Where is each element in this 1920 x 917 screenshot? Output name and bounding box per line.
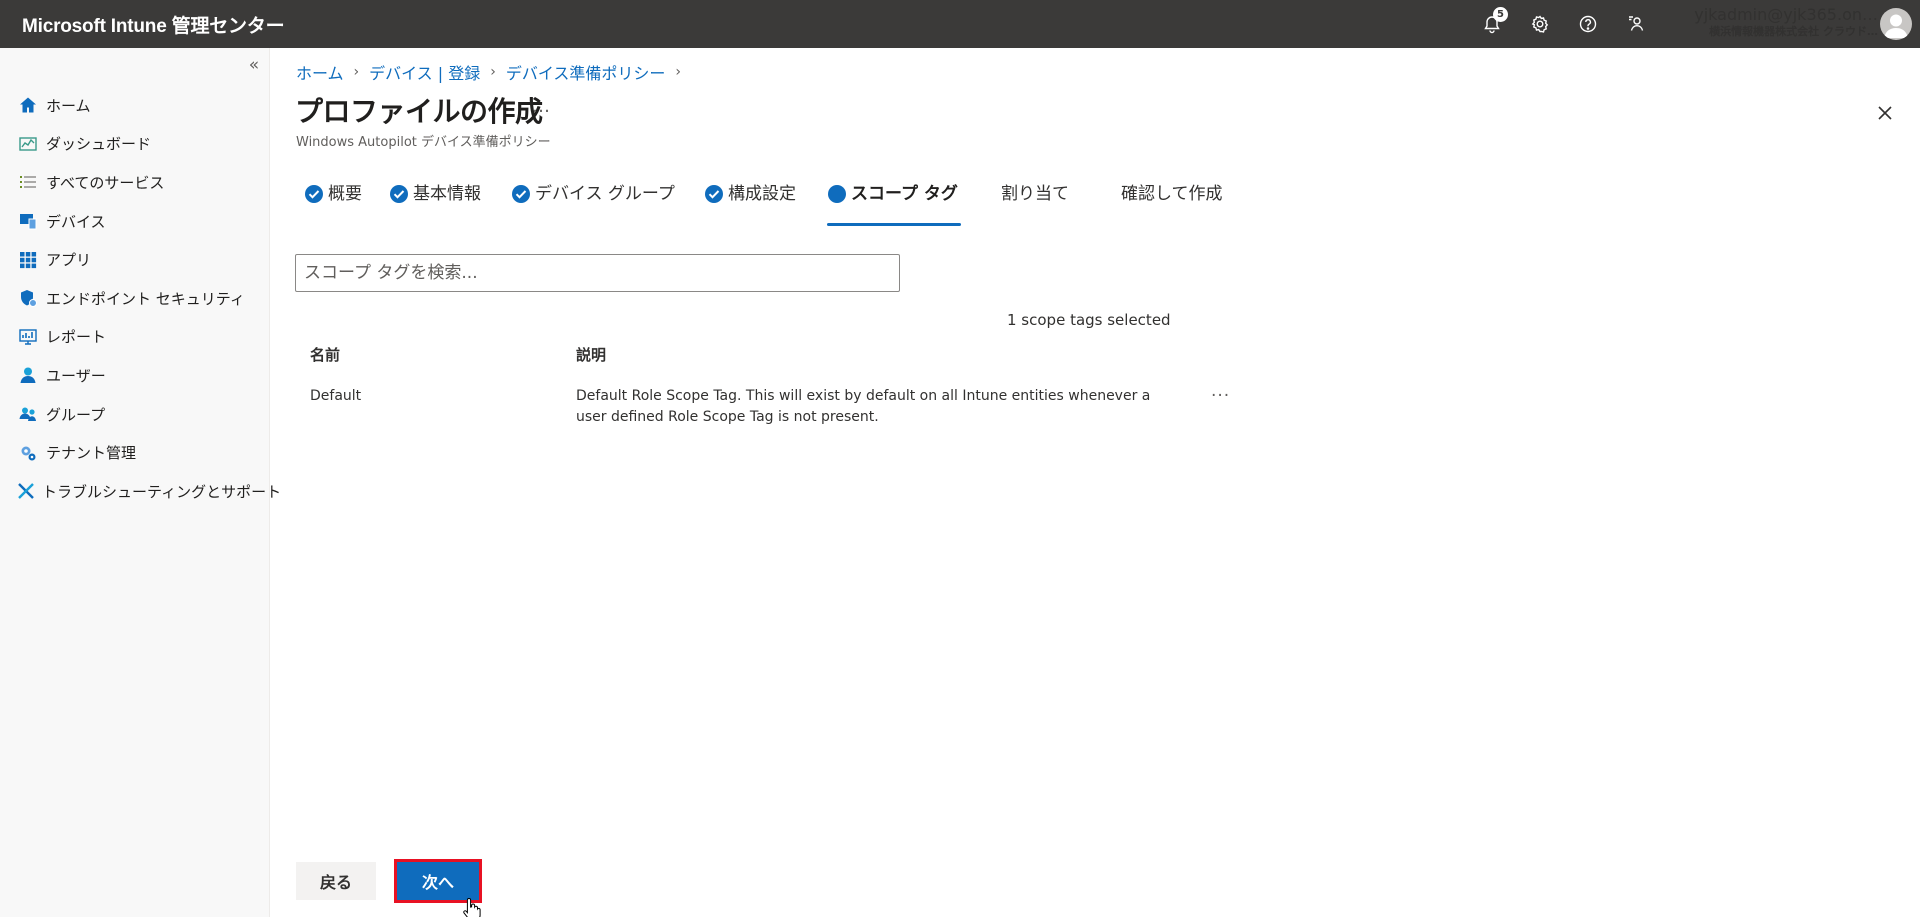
account-email: yjkadmin@yjk365.on… xyxy=(1694,5,1878,24)
sidebar-item-label: アプリ xyxy=(46,251,92,270)
cell-name: Default xyxy=(310,388,362,404)
help-icon xyxy=(1579,15,1597,33)
more-options-button[interactable]: … xyxy=(532,96,551,117)
check-circle-icon xyxy=(512,185,530,203)
group-icon xyxy=(16,402,40,426)
person-icon xyxy=(1884,14,1908,38)
apps-icon xyxy=(16,248,40,272)
column-header-name[interactable]: 名前 xyxy=(310,344,340,365)
all-services-icon xyxy=(16,170,40,194)
step-review-create[interactable]: 確認して作成 xyxy=(1121,180,1223,226)
selected-count: 1 scope tags selected xyxy=(1007,311,1171,329)
sidebar-item-label: エンドポイント セキュリティ xyxy=(46,289,245,308)
hand-cursor-icon xyxy=(463,897,481,917)
devices-icon xyxy=(16,209,40,233)
close-button[interactable] xyxy=(1870,98,1900,128)
app-title[interactable]: Microsoft Intune 管理センター xyxy=(22,11,285,38)
step-assignments[interactable]: 割り当て xyxy=(1001,180,1069,226)
step-overview[interactable]: 概要 xyxy=(304,180,362,226)
sidebar: « ホーム ダッシュボード すべてのサービス デバイス アプリ エンドポイント … xyxy=(0,48,281,917)
tenant-admin-icon xyxy=(16,441,40,465)
notifications-button[interactable]: 5 xyxy=(1468,0,1516,48)
step-scope-tags[interactable]: スコープ タグ xyxy=(827,180,961,226)
sidebar-item-troubleshooting[interactable]: トラブルシューティングとサポート xyxy=(0,472,281,511)
notification-badge: 5 xyxy=(1493,7,1508,22)
troubleshoot-icon xyxy=(16,479,36,503)
step-label: 概要 xyxy=(328,184,362,204)
close-icon xyxy=(1878,106,1892,120)
step-configuration[interactable]: 構成設定 xyxy=(704,180,796,226)
feedback-icon xyxy=(1629,16,1644,31)
cell-description-line2: user defined Role Scope Tag is not prese… xyxy=(576,409,879,425)
main-content: ホーム › デバイス | 登録 › デバイス準備ポリシー › プロファイルの作成… xyxy=(270,48,1920,917)
chevron-right-icon: › xyxy=(675,64,681,80)
cell-description-line1: Default Role Scope Tag. This will exist … xyxy=(576,388,1151,404)
sidebar-item-label: グループ xyxy=(46,405,106,424)
sidebar-item-tenant-admin[interactable]: テナント管理 xyxy=(0,433,270,472)
sidebar-item-groups[interactable]: グループ xyxy=(0,395,270,434)
next-button[interactable]: 次へ xyxy=(397,862,479,900)
collapse-sidebar-button[interactable]: « xyxy=(242,54,266,78)
gear-icon xyxy=(1531,15,1549,33)
sidebar-nav: ホーム ダッシュボード すべてのサービス デバイス アプリ エンドポイント セキ… xyxy=(0,86,281,511)
sidebar-item-reports[interactable]: レポート xyxy=(0,318,270,357)
account-org: 横浜情報機器株式会社 クラウド… xyxy=(1709,25,1878,38)
user-icon xyxy=(16,363,40,387)
sidebar-item-apps[interactable]: アプリ xyxy=(0,240,270,279)
step-label: スコープ タグ xyxy=(851,184,958,204)
check-circle-icon xyxy=(305,185,323,203)
check-circle-icon xyxy=(705,185,723,203)
shield-icon xyxy=(16,286,40,310)
breadcrumb-devices-enrollment[interactable]: デバイス | 登録 xyxy=(369,60,480,84)
sidebar-item-dashboard[interactable]: ダッシュボード xyxy=(0,125,270,164)
page-subtitle: Windows Autopilot デバイス準備ポリシー xyxy=(296,135,551,150)
step-label: 確認して作成 xyxy=(1121,184,1223,204)
row-more-button[interactable]: ··· xyxy=(1211,386,1230,406)
breadcrumb-home[interactable]: ホーム xyxy=(296,60,344,84)
sidebar-item-label: デバイス xyxy=(46,212,106,231)
step-label: 構成設定 xyxy=(728,184,796,204)
dashboard-icon xyxy=(16,132,40,156)
active-step-underline xyxy=(827,223,961,226)
sidebar-item-home[interactable]: ホーム xyxy=(0,86,270,125)
sidebar-item-label: ダッシュボード xyxy=(46,135,152,154)
sidebar-item-all-services[interactable]: すべてのサービス xyxy=(0,163,270,202)
sidebar-item-label: レポート xyxy=(46,328,107,347)
feedback-button[interactable] xyxy=(1612,0,1660,48)
breadcrumb-device-preparation-policy[interactable]: デバイス準備ポリシー xyxy=(506,60,666,84)
sidebar-item-label: テナント管理 xyxy=(46,444,137,463)
active-step-dot-icon xyxy=(828,185,846,203)
reports-icon xyxy=(16,325,40,349)
page-title: プロファイルの作成 xyxy=(295,95,543,128)
sidebar-item-devices[interactable]: デバイス xyxy=(0,202,270,241)
breadcrumb: ホーム › デバイス | 登録 › デバイス準備ポリシー › xyxy=(296,60,691,84)
sidebar-item-label: トラブルシューティングとサポート xyxy=(42,482,282,501)
top-icons: 5 xyxy=(1468,0,1660,48)
avatar[interactable] xyxy=(1880,8,1912,40)
sidebar-item-label: ユーザー xyxy=(46,366,106,385)
step-label: デバイス グループ xyxy=(535,184,675,204)
sidebar-item-users[interactable]: ユーザー xyxy=(0,356,270,395)
sidebar-item-label: すべてのサービス xyxy=(46,173,165,192)
settings-button[interactable] xyxy=(1516,0,1564,48)
step-label: 基本情報 xyxy=(413,184,481,204)
column-header-description[interactable]: 説明 xyxy=(576,344,606,365)
sidebar-item-endpoint-security[interactable]: エンドポイント セキュリティ xyxy=(0,279,270,318)
step-basics[interactable]: 基本情報 xyxy=(389,180,481,226)
scope-tag-search-input[interactable] xyxy=(295,254,900,292)
chevron-right-icon: › xyxy=(353,64,360,80)
help-button[interactable] xyxy=(1564,0,1612,48)
chevron-right-icon: › xyxy=(490,64,496,80)
home-icon xyxy=(16,93,40,117)
account-menu[interactable]: yjkadmin@yjk365.on… 横浜情報機器株式会社 クラウド… xyxy=(1678,5,1878,39)
back-button[interactable]: 戻る xyxy=(296,862,376,900)
step-label: 割り当て xyxy=(1001,184,1069,204)
sidebar-item-label: ホーム xyxy=(46,96,91,115)
step-device-group[interactable]: デバイス グループ xyxy=(511,180,675,226)
check-circle-icon xyxy=(390,185,408,203)
